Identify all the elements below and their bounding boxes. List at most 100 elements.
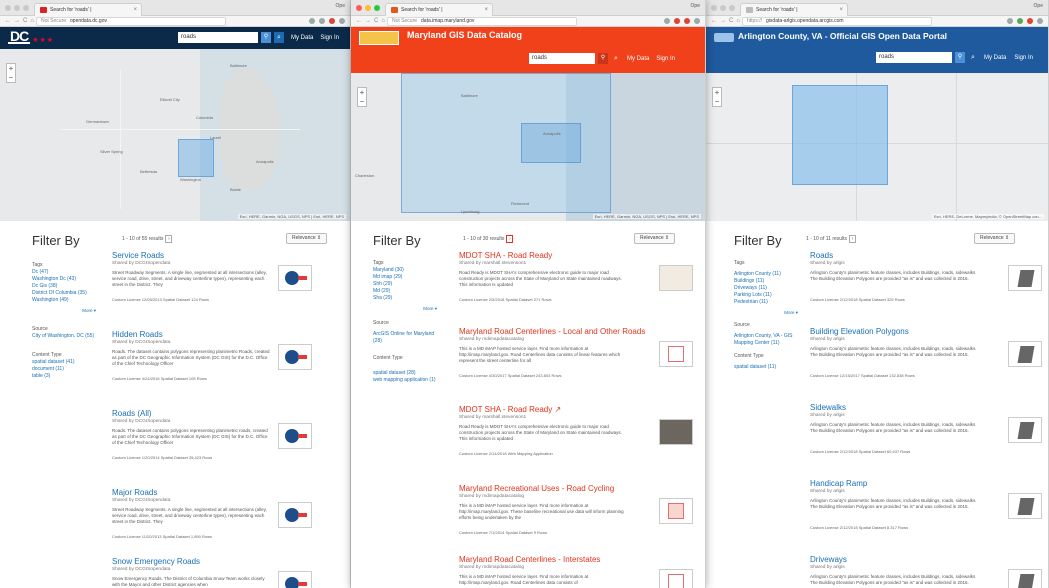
address-bar[interactable]: Not Secure data.imap.maryland.gov bbox=[387, 17, 577, 26]
result-title-link[interactable]: Driveways bbox=[810, 555, 1042, 564]
filter-tag[interactable]: Sha (29) bbox=[373, 295, 441, 302]
window-controls[interactable] bbox=[711, 5, 735, 11]
result-card[interactable]: MDOT SHA - Road Ready Shared by marshall… bbox=[459, 251, 699, 302]
filter-type[interactable]: web mapping application (1) bbox=[373, 377, 441, 384]
zoom-controls[interactable]: + − bbox=[712, 87, 722, 107]
result-thumbnail[interactable] bbox=[659, 265, 693, 291]
result-title-link[interactable]: Maryland Road Centerlines - Interstates bbox=[459, 555, 699, 564]
result-title-link[interactable]: MDOT SHA - Road Ready bbox=[459, 251, 699, 260]
sign-in-link[interactable]: Sign In bbox=[1014, 55, 1033, 61]
result-card[interactable]: Service Roads Shared by DCGISopendata St… bbox=[112, 251, 312, 302]
map-view[interactable]: + − Baltimore Germantown Silver Spring An… bbox=[0, 49, 350, 221]
map-view[interactable]: + − Esri, HERE, DeLorme, Mapmyindia, © Op… bbox=[706, 73, 1048, 221]
filter-source[interactable]: ArcGIS Online for Maryland (28) bbox=[373, 331, 441, 345]
filter-tag[interactable]: Shh (29) bbox=[373, 281, 441, 288]
filter-tag[interactable]: Washington Dc (43) bbox=[32, 276, 100, 283]
filter-tag[interactable]: Arlington County (11) bbox=[734, 271, 802, 278]
result-title-link[interactable]: Building Elevation Polygons bbox=[810, 327, 1042, 336]
search-icon[interactable]: ⌕ bbox=[968, 52, 978, 63]
close-icon[interactable]: × bbox=[839, 4, 843, 16]
result-title-link[interactable]: Sidewalks bbox=[810, 403, 1042, 412]
page-button[interactable]: › bbox=[849, 235, 857, 243]
search-icon[interactable]: ⌕ bbox=[274, 32, 284, 43]
filter-tag[interactable]: Md (29) bbox=[373, 288, 441, 295]
result-thumbnail[interactable] bbox=[1008, 569, 1042, 588]
result-card[interactable]: Handicap Ramp Shared by arlgis Arlington… bbox=[810, 479, 1042, 530]
result-card[interactable]: Sidewalks Shared by arlgis Arlington Cou… bbox=[810, 403, 1042, 454]
result-card[interactable]: Hidden Roads Shared by DCGISopendata Roa… bbox=[112, 330, 312, 381]
window-controls[interactable] bbox=[5, 5, 29, 11]
filter-tag[interactable]: Maryland (30) bbox=[373, 267, 441, 274]
external-link-icon[interactable]: ↗ bbox=[554, 405, 561, 414]
extension-icon[interactable] bbox=[674, 18, 680, 24]
location-pin-icon[interactable]: ⚲ bbox=[261, 32, 271, 43]
my-data-link[interactable]: My Data bbox=[627, 56, 649, 62]
extension-icon[interactable] bbox=[684, 18, 690, 24]
menu-icon[interactable] bbox=[1037, 18, 1043, 24]
filter-type[interactable]: spatial dataset (28) bbox=[373, 370, 441, 377]
browser-tab[interactable]: Search for 'roads' | × bbox=[385, 3, 493, 16]
star-icon[interactable] bbox=[664, 18, 670, 24]
close-icon[interactable]: × bbox=[484, 4, 488, 16]
sign-in-link[interactable]: Sign In bbox=[320, 35, 339, 41]
result-thumbnail[interactable] bbox=[278, 423, 312, 449]
filter-tag[interactable]: Driveways (11) bbox=[734, 285, 802, 292]
result-thumbnail[interactable] bbox=[278, 344, 312, 370]
result-title-link[interactable]: Snow Emergency Roads bbox=[112, 557, 312, 566]
star-icon[interactable] bbox=[1007, 18, 1013, 24]
filter-type[interactable]: table (3) bbox=[32, 373, 100, 380]
filter-tag[interactable]: Md imap (29) bbox=[373, 274, 441, 281]
result-thumbnail[interactable] bbox=[278, 265, 312, 291]
map-view[interactable]: + − Baltimore Annapolis Lynchburg Richmon… bbox=[351, 73, 705, 221]
result-thumbnail[interactable] bbox=[659, 419, 693, 445]
result-thumbnail[interactable] bbox=[659, 569, 693, 588]
result-card[interactable]: Snow Emergency Roads Shared by DCGISopen… bbox=[112, 557, 312, 588]
filter-tag[interactable]: Parking Lots (11) bbox=[734, 292, 802, 299]
result-thumbnail[interactable] bbox=[659, 498, 693, 524]
address-bar[interactable]: https://gisdata-arlgis.opendata.arcgis.c… bbox=[742, 17, 932, 26]
profile-label[interactable]: Ope bbox=[336, 3, 345, 9]
result-card[interactable]: Maryland Recreational Uses - Road Cyclin… bbox=[459, 484, 699, 535]
result-thumbnail[interactable] bbox=[659, 341, 693, 367]
extension-icon[interactable] bbox=[1017, 18, 1023, 24]
browser-tab[interactable]: Search for 'roads' | × bbox=[740, 3, 848, 16]
window-controls[interactable] bbox=[356, 5, 380, 11]
sign-in-link[interactable]: Sign In bbox=[656, 56, 675, 62]
sort-select[interactable]: Relevance ⇕ bbox=[634, 233, 676, 244]
profile-label[interactable]: Ope bbox=[691, 3, 700, 9]
filter-source[interactable]: City of Washington, DC (55) bbox=[32, 333, 100, 340]
search-icon[interactable]: ⌕ bbox=[611, 53, 621, 64]
menu-icon[interactable] bbox=[694, 18, 700, 24]
my-data-link[interactable]: My Data bbox=[291, 35, 313, 41]
my-data-link[interactable]: My Data bbox=[984, 55, 1006, 61]
nav-arrows-icon[interactable]: ←→C⌂ bbox=[711, 18, 743, 25]
result-title-link[interactable]: Maryland Road Centerlines - Local and Ot… bbox=[459, 327, 699, 336]
filter-type[interactable]: document (11) bbox=[32, 366, 100, 373]
address-bar[interactable]: Not Secure opendata.dc.gov bbox=[36, 17, 226, 26]
result-card[interactable]: Roads Shared by arlgis Arlington County'… bbox=[810, 251, 1042, 302]
extension-icon[interactable] bbox=[319, 18, 325, 24]
result-thumbnail[interactable] bbox=[278, 502, 312, 528]
dc-logo[interactable]: DC ★★★ bbox=[8, 29, 54, 44]
filter-tag[interactable]: Dc (47) bbox=[32, 269, 100, 276]
result-title-link[interactable]: Roads bbox=[810, 251, 1042, 260]
sort-select[interactable]: Relevance ⇕ bbox=[286, 233, 328, 244]
result-thumbnail[interactable] bbox=[1008, 493, 1042, 519]
result-card[interactable]: Maryland Road Centerlines - Interstates … bbox=[459, 555, 699, 588]
result-card[interactable]: Major Roads Shared by DCGISopendata Stre… bbox=[112, 488, 312, 539]
sort-select[interactable]: Relevance ⇕ bbox=[974, 233, 1016, 244]
result-thumbnail[interactable] bbox=[1008, 341, 1042, 367]
location-pin-icon[interactable]: ⚲ bbox=[955, 52, 965, 63]
search-input[interactable]: roads bbox=[178, 32, 258, 43]
result-card[interactable]: Roads (All) Shared by DCGISopendata Road… bbox=[112, 409, 312, 460]
page-button[interactable]: › bbox=[506, 235, 514, 243]
more-link[interactable]: More ▾ bbox=[373, 305, 441, 312]
result-thumbnail[interactable] bbox=[1008, 265, 1042, 291]
search-input[interactable]: roads bbox=[876, 52, 952, 63]
filter-tag[interactable]: Dc Gis (38) bbox=[32, 283, 100, 290]
search-input[interactable]: roads bbox=[529, 53, 595, 64]
result-title-link[interactable]: Major Roads bbox=[112, 488, 312, 497]
result-title-link[interactable]: Hidden Roads bbox=[112, 330, 312, 339]
result-title-link[interactable]: Roads (All) bbox=[112, 409, 312, 418]
zoom-controls[interactable]: + − bbox=[6, 63, 16, 83]
